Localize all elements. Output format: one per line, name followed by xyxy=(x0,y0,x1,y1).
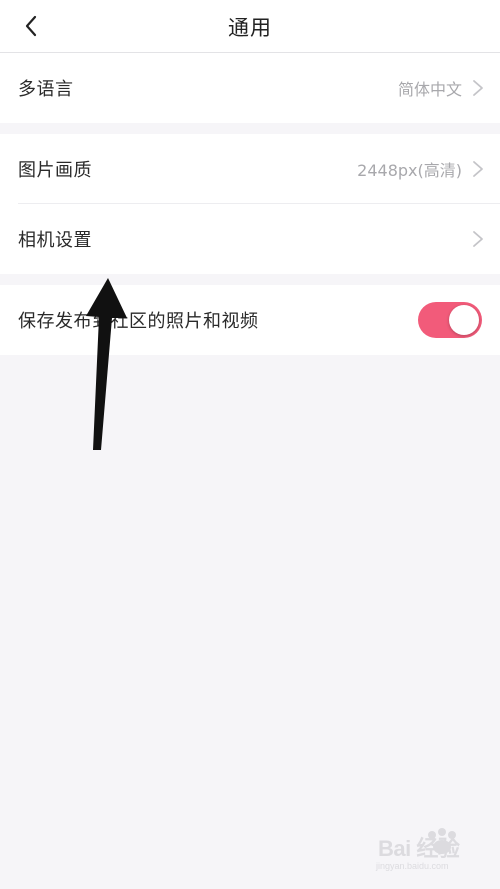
language-label: 多语言 xyxy=(18,79,74,100)
watermark-text: Bai 经验 xyxy=(378,836,460,861)
image-quality-row[interactable]: 图片画质 2448px(高清) xyxy=(0,134,500,204)
language-row[interactable]: 多语言 简体中文 xyxy=(0,53,500,123)
chevron-right-icon xyxy=(473,161,483,177)
image-quality-label: 图片画质 xyxy=(18,160,92,181)
toggle-knob xyxy=(449,305,479,335)
image-quality-value: 2448px(高清) xyxy=(357,161,462,180)
nav-bar: 通用 xyxy=(0,0,500,53)
chevron-right-icon xyxy=(473,80,483,96)
watermark-sub: jingyan.baidu.com xyxy=(376,861,449,871)
save-media-toggle[interactable] xyxy=(418,302,482,338)
save-media-row: 保存发布到社区的照片和视频 xyxy=(0,285,500,355)
settings-group-media: 图片画质 2448px(高清) 相机设置 xyxy=(0,134,500,274)
save-media-label: 保存发布到社区的照片和视频 xyxy=(18,311,259,332)
baidu-watermark: Bai 经验 jingyan.baidu.com xyxy=(372,827,482,871)
language-value: 简体中文 xyxy=(397,80,462,99)
camera-settings-row[interactable]: 相机设置 xyxy=(0,204,500,274)
chevron-right-icon xyxy=(473,231,483,247)
camera-settings-label: 相机设置 xyxy=(18,230,92,251)
settings-group-language: 多语言 简体中文 xyxy=(0,53,500,123)
settings-group-save: 保存发布到社区的照片和视频 xyxy=(0,285,500,355)
page-title: 通用 xyxy=(228,16,272,40)
